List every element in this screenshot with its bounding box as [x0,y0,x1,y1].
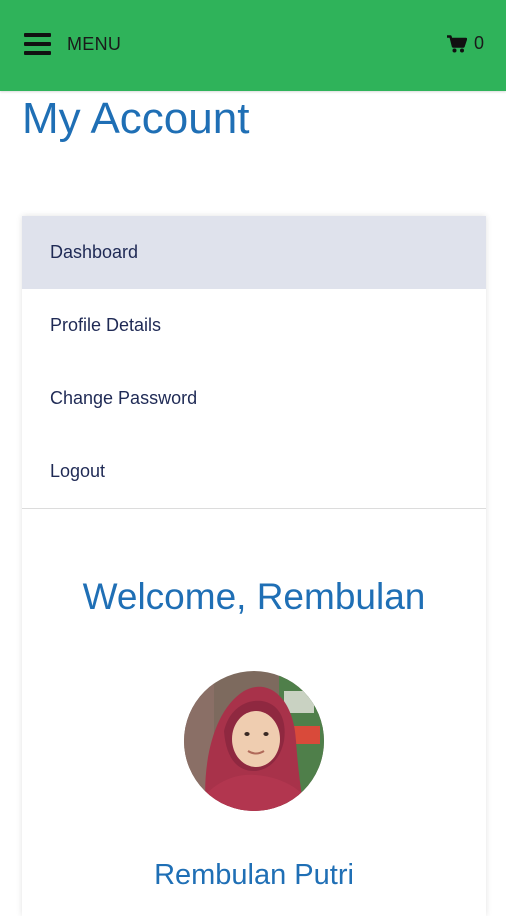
nav-item-logout[interactable]: Logout [22,435,486,508]
nav-item-dashboard[interactable]: Dashboard [22,216,486,289]
avatar-photo-icon [184,671,324,811]
nav-item-profile-details[interactable]: Profile Details [22,289,486,362]
cart-button[interactable]: 0 [446,33,484,54]
page-title: My Account [22,94,250,143]
menu-label: MENU [67,33,122,54]
top-app-bar: MENU 0 [0,0,506,91]
nav-item-change-password[interactable]: Change Password [22,362,486,435]
cart-count: 0 [473,33,484,53]
user-avatar [184,671,324,811]
hamburger-icon [24,33,51,55]
menu-button[interactable]: MENU [24,30,121,58]
shopping-cart-icon [446,34,467,52]
user-name: Rembulan Putri [154,859,354,891]
welcome-heading: Welcome, Rembulan [82,576,426,617]
account-card: Dashboard Profile Details Change Passwor… [22,216,486,916]
nav-divider [22,508,486,509]
